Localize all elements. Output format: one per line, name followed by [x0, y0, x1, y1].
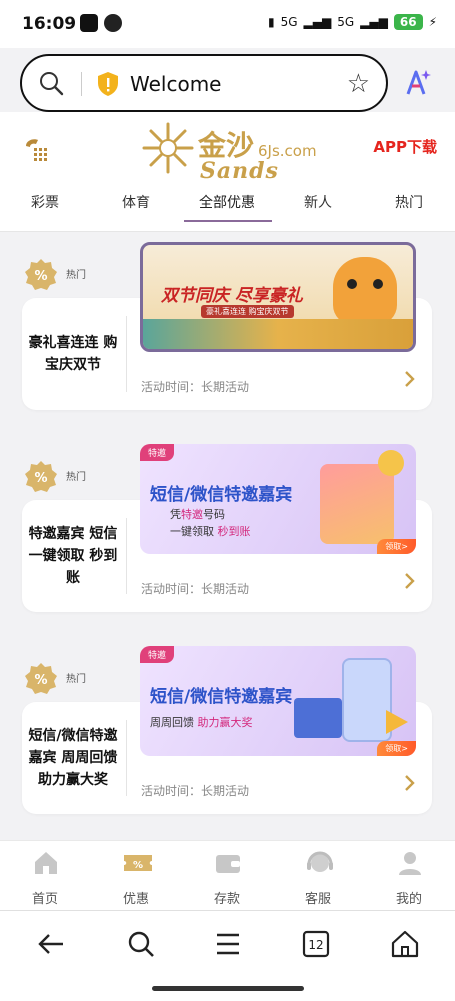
site-header: 金沙 6Js.com Sands APP下载 彩票 体育 全部优惠 新人 热门 — [0, 112, 455, 232]
tab-sports[interactable]: 体育 — [91, 192, 181, 212]
address-url[interactable]: Welcome — [130, 72, 221, 96]
banner-headline: 双节同庆 尽享豪礼 — [161, 286, 303, 306]
nav-promotions[interactable]: % 优惠 — [91, 841, 181, 911]
ox-mascot-icon — [333, 257, 397, 325]
claim-button[interactable]: 领取> — [377, 741, 416, 756]
chevron-right-icon[interactable] — [404, 572, 416, 594]
tab-newbie[interactable]: 新人 — [273, 192, 363, 212]
tabs-count-icon[interactable]: 12 — [302, 929, 330, 963]
back-arrow-icon[interactable] — [36, 929, 66, 963]
promo-ticket-icon: % — [123, 849, 153, 881]
banner-headline: 短信/微信特邀嘉宾 — [150, 485, 293, 505]
address-bar[interactable]: Welcome ☆ — [20, 54, 388, 112]
gift-box-icon — [320, 464, 394, 544]
banner-subtitle: 豪礼喜连连 购宝庆双节 — [201, 305, 294, 318]
coin-icon — [378, 450, 404, 476]
search-icon[interactable] — [126, 929, 156, 963]
shield-icon[interactable] — [96, 71, 120, 101]
discount-badge-icon: % — [24, 460, 58, 498]
banner-tag: 特邀 — [140, 444, 175, 461]
headset-icon — [305, 849, 335, 883]
promo-banner[interactable]: 双节同庆 尽享豪礼 豪礼喜连连 购宝庆双节 — [140, 242, 416, 352]
user-icon — [396, 849, 424, 881]
signal-bars-icon-2: ▂▄▆ — [360, 15, 388, 29]
promo-item[interactable]: % 热门 豪礼喜连连 购宝庆双节 活动时间：长期活动 双节同庆 尽享豪礼 豪礼喜… — [0, 238, 455, 434]
sands-logo[interactable]: 金沙 6Js.com Sands — [140, 120, 330, 184]
app-bottom-nav: 首页 % 优惠 存款 客服 我的 — [0, 840, 455, 911]
status-time: 16:09 — [22, 14, 77, 34]
tiktok-icon — [80, 14, 98, 32]
battery-indicator: 66 — [393, 14, 423, 30]
signal-bars-icon: ▂▄▆ — [303, 15, 332, 29]
app-download-link[interactable]: APP下载 — [373, 136, 437, 157]
menu-icon[interactable] — [214, 929, 242, 963]
nav-support[interactable]: 客服 — [273, 841, 363, 911]
home-icon — [32, 849, 60, 881]
charging-icon: ⚡ — [428, 15, 437, 29]
active-tab-indicator — [184, 220, 272, 222]
promo-time: 活动时间：长期活动 — [141, 784, 250, 798]
promo-item[interactable]: % 热门 短信/微信特邀嘉宾 周周回馈助力赢大奖 活动时间：长期活动 特邀 短信… — [0, 642, 455, 838]
wallet-icon — [214, 849, 242, 881]
promo-title: 短信/微信特邀嘉宾 周周回馈助力赢大奖 — [28, 728, 118, 788]
address-separator — [81, 72, 82, 96]
chevron-right-icon[interactable] — [404, 370, 416, 392]
discount-badge-icon: % — [24, 258, 58, 296]
status-bar: 16:09 ▮ 5G ▂▄▆ 5G ▂▄▆ 66 ⚡ — [0, 0, 455, 48]
promo-time: 活动时间：长期活动 — [141, 380, 250, 394]
banner-headline: 短信/微信特邀嘉宾 — [150, 687, 293, 707]
nav-profile[interactable]: 我的 — [364, 841, 454, 911]
vibrate-icon: ▮ — [268, 15, 275, 29]
svg-text:%: % — [133, 860, 143, 871]
nav-deposit[interactable]: 存款 — [182, 841, 272, 911]
search-icon[interactable] — [38, 70, 64, 100]
nav-home[interactable]: 首页 — [0, 841, 90, 911]
discount-badge-icon: % — [24, 662, 58, 700]
gesture-home-indicator[interactable] — [152, 986, 304, 991]
envelope-icon — [294, 698, 342, 738]
promo-title: 特邀嘉宾 短信一键领取 秒到账 — [28, 526, 118, 586]
hot-label: 热门 — [66, 270, 86, 281]
phone-contact-icon — [342, 658, 392, 742]
promo-time: 活动时间：长期活动 — [141, 582, 250, 596]
promo-banner[interactable]: 特邀 短信/微信特邀嘉宾 凭特邀号码 一键领取 秒到账 领取> — [140, 444, 416, 554]
banner-tag: 特邀 — [140, 646, 175, 663]
banner-subtitle: 周周回馈 助力赢大奖 — [150, 716, 253, 729]
phone-icon[interactable] — [22, 136, 50, 168]
promo-banner[interactable]: 特邀 短信/微信特邀嘉宾 周周回馈 助力赢大奖 领取> — [140, 646, 416, 756]
svg-text:%: % — [34, 269, 47, 284]
home-icon[interactable] — [390, 929, 420, 963]
svg-text:%: % — [34, 471, 47, 486]
promo-item[interactable]: % 热门 特邀嘉宾 短信一键领取 秒到账 活动时间：长期活动 特邀 短信/微信特… — [0, 440, 455, 636]
ai-assistant-icon[interactable] — [402, 68, 432, 102]
chevron-right-icon[interactable] — [404, 774, 416, 796]
claim-button[interactable]: 领取> — [377, 539, 416, 554]
signal-5g-icon-2: 5G — [337, 15, 355, 29]
tab-hot[interactable]: 热门 — [364, 192, 454, 212]
logo-english: Sands — [200, 158, 279, 184]
banner-subtitle: 凭特邀号码 一键领取 秒到账 — [170, 508, 251, 538]
paper-plane-icon — [386, 710, 408, 734]
svg-text:%: % — [34, 673, 47, 688]
tab-all-promos[interactable]: 全部优惠 — [182, 192, 272, 212]
svg-text:12: 12 — [308, 938, 323, 952]
promo-title: 豪礼喜连连 购宝庆双节 — [28, 335, 118, 373]
hot-label: 热门 — [66, 472, 86, 483]
hot-label: 热门 — [66, 674, 86, 685]
signal-5g-icon: 5G — [280, 15, 298, 29]
sun-logo-icon — [140, 120, 196, 180]
bookmark-star-icon[interactable]: ☆ — [347, 69, 370, 99]
tab-lottery[interactable]: 彩票 — [0, 192, 90, 212]
qq-icon — [104, 14, 122, 32]
